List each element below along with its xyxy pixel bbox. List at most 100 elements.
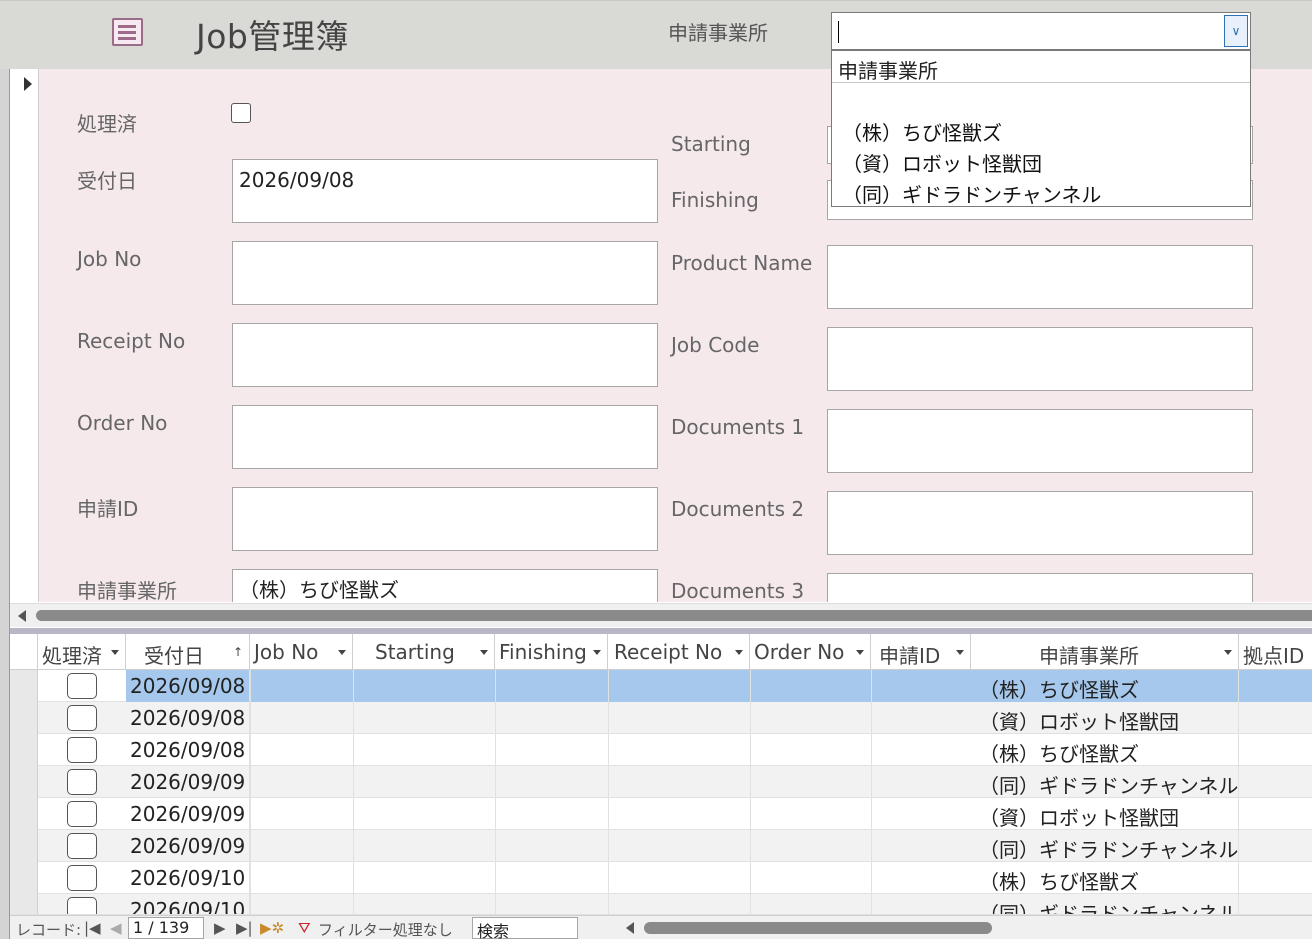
row-selector[interactable] (10, 670, 38, 702)
request-id-label: 申請ID (77, 497, 139, 521)
row-processed-checkbox[interactable] (67, 897, 97, 914)
job-code-field[interactable] (827, 327, 1253, 391)
row-selector[interactable] (10, 702, 38, 734)
receipt-no-field[interactable] (232, 323, 658, 387)
grid-line (353, 670, 354, 915)
column-header-job-no[interactable]: Job No (250, 634, 353, 670)
documents1-field[interactable] (827, 409, 1253, 473)
row-received-date[interactable]: 2026/09/08 (126, 670, 250, 702)
order-no-field[interactable] (232, 405, 658, 469)
row-office[interactable]: （株）ちび怪獣ズ (971, 862, 1239, 894)
row-processed-checkbox[interactable] (67, 769, 97, 795)
row-office[interactable]: （同）ギドラドンチャンネル (971, 894, 1239, 914)
column-header-processed[interactable]: 処理済 (38, 634, 126, 670)
row-processed-checkbox[interactable] (67, 705, 97, 731)
record-arrow-icon (24, 77, 32, 91)
row-processed-checkbox[interactable] (67, 865, 97, 891)
table-row[interactable]: 2026/09/10 （株）ちび怪獣ズ (10, 862, 1312, 894)
received-date-field[interactable]: 2026/09/08 (232, 159, 658, 223)
grid-line (750, 670, 751, 915)
row-processed-checkbox[interactable] (67, 737, 97, 763)
column-header-received-date[interactable]: 受付日 ↑ (126, 634, 250, 670)
job-no-field[interactable] (232, 241, 658, 305)
row-received-date[interactable]: 2026/09/08 (126, 702, 250, 734)
row-office[interactable]: （資）ロボット怪獣団 (971, 702, 1239, 734)
office-combo-label: 申請事業所 (668, 21, 768, 45)
column-header-label: Finishing (499, 640, 587, 664)
row-received-date[interactable]: 2026/09/09 (126, 798, 250, 830)
scroll-left-icon[interactable] (18, 610, 26, 622)
column-header-office[interactable]: 申請事業所 (971, 634, 1239, 670)
documents2-field[interactable] (827, 491, 1253, 555)
dropdown-item[interactable]: （株）ちび怪獣ズ (842, 117, 1002, 146)
grid-line (608, 670, 609, 915)
column-header-base-id[interactable]: 拠点ID (1239, 634, 1312, 670)
table-row[interactable]: 2026/09/09 （同）ギドラドンチャンネル (10, 830, 1312, 862)
row-selector[interactable] (10, 766, 38, 798)
table-row[interactable]: 2026/09/08 （資）ロボット怪獣団 (10, 702, 1312, 734)
record-position-input[interactable]: 1 / 139 (128, 917, 204, 939)
row-office[interactable]: （同）ギドラドンチャンネル (971, 766, 1239, 798)
first-record-icon[interactable]: |◀ (84, 919, 101, 937)
next-record-icon[interactable]: ▶ (214, 919, 226, 937)
documents3-field[interactable] (827, 573, 1253, 602)
dropdown-arrow-icon[interactable]: ∨ (1224, 15, 1248, 47)
row-received-date[interactable]: 2026/09/08 (126, 734, 250, 766)
row-selector[interactable] (10, 734, 38, 766)
filter-status[interactable]: フィルター処理なし (318, 919, 453, 939)
column-header-request-id[interactable]: 申請ID (871, 634, 971, 670)
record-label: レコード: (16, 921, 82, 939)
column-header-label: 受付日 (144, 644, 204, 668)
column-header-starting[interactable]: Starting (353, 634, 495, 670)
row-processed-checkbox[interactable] (67, 801, 97, 827)
row-office[interactable]: （資）ロボット怪獣団 (971, 798, 1239, 830)
office-combo-input[interactable]: ∨ (831, 12, 1251, 50)
column-header-order-no[interactable]: Order No (750, 634, 871, 670)
table-row[interactable]: 2026/09/08 （株）ちび怪獣ズ (10, 670, 1312, 702)
row-processed-checkbox[interactable] (67, 833, 97, 859)
dropdown-header: 申請事業所 (832, 51, 1250, 83)
row-office[interactable]: （株）ちび怪獣ズ (971, 734, 1239, 766)
column-header-finishing[interactable]: Finishing (495, 634, 608, 670)
search-input[interactable]: 検索 (472, 917, 578, 939)
form-horizontal-scrollbar[interactable] (10, 603, 1312, 627)
last-record-icon[interactable]: ▶| (236, 919, 253, 937)
request-id-field[interactable] (232, 487, 658, 551)
dropdown-item[interactable]: （同）ギドラドンチャンネル (842, 179, 1101, 208)
scroll-left-icon[interactable] (626, 922, 634, 934)
product-name-field[interactable] (827, 245, 1253, 309)
table-row[interactable]: 2026/09/09 （資）ロボット怪獣団 (10, 798, 1312, 830)
prev-record-icon[interactable]: ◀ (110, 919, 122, 937)
sort-asc-icon: ↑ (232, 645, 243, 659)
row-processed-checkbox[interactable] (67, 673, 97, 699)
order-no-label: Order No (77, 411, 168, 435)
row-received-date[interactable]: 2026/09/09 (126, 766, 250, 798)
row-selector[interactable] (10, 830, 38, 862)
scroll-thumb[interactable] (36, 610, 1312, 621)
column-header-label: Receipt No (614, 640, 723, 664)
row-office[interactable]: （同）ギドラドンチャンネル (971, 830, 1239, 862)
datasheet-scroll-thumb[interactable] (644, 922, 992, 934)
received-date-label: 受付日 (77, 169, 137, 193)
column-header-label: 処理済 (42, 644, 102, 668)
dropdown-item-blank[interactable] (842, 87, 1242, 113)
table-row[interactable]: 2026/09/10 （同）ギドラドンチャンネル (10, 894, 1312, 915)
product-name-label: Product Name (671, 251, 813, 275)
row-office[interactable]: （株）ちび怪獣ズ (971, 670, 1239, 702)
select-all-corner[interactable] (10, 634, 38, 670)
processed-checkbox[interactable] (231, 103, 251, 123)
table-row[interactable]: 2026/09/09 （同）ギドラドンチャンネル (10, 766, 1312, 798)
row-selector[interactable] (10, 894, 38, 914)
dropdown-item[interactable]: （資）ロボット怪獣団 (842, 148, 1042, 177)
record-selector[interactable] (10, 69, 39, 602)
row-received-date[interactable]: 2026/09/09 (126, 830, 250, 862)
new-record-icon[interactable]: ▶✲ (260, 919, 284, 937)
row-received-date[interactable]: 2026/09/10 (126, 894, 250, 914)
filter-icon[interactable]: ⛛ (298, 919, 311, 937)
office-field[interactable]: （株）ちび怪獣ズ (232, 569, 658, 602)
row-selector[interactable] (10, 798, 38, 830)
row-selector[interactable] (10, 862, 38, 894)
row-received-date[interactable]: 2026/09/10 (126, 862, 250, 894)
table-row[interactable]: 2026/09/08 （株）ちび怪獣ズ (10, 734, 1312, 766)
column-header-receipt-no[interactable]: Receipt No (608, 634, 750, 670)
